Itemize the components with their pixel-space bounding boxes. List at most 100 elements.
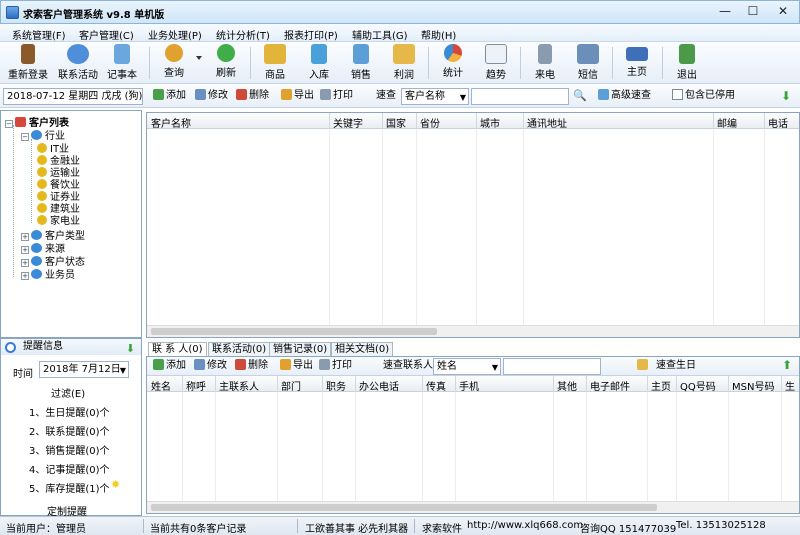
note-reminder[interactable]: 4、记事提醒(0)个 bbox=[29, 461, 110, 476]
dock-arrow-icon[interactable]: ⬇ bbox=[781, 89, 791, 105]
add-customer-button[interactable]: 添加 bbox=[153, 89, 186, 105]
advanced-search-button[interactable]: 高级速查 bbox=[598, 89, 651, 105]
statistics-button[interactable]: 统计 bbox=[431, 44, 475, 82]
column-header[interactable]: 城市 bbox=[480, 115, 500, 130]
menu-tools[interactable]: 辅助工具(G) bbox=[352, 27, 408, 42]
menu-help[interactable]: 帮助(H) bbox=[421, 27, 456, 42]
menu-statistics[interactable]: 统计分析(T) bbox=[216, 27, 270, 42]
query-button[interactable]: 查询 bbox=[152, 44, 196, 82]
trend-button[interactable]: 趋势 bbox=[474, 44, 518, 82]
column-header[interactable]: 电话 bbox=[768, 115, 788, 130]
contact-field-select[interactable]: 姓名 ▼ bbox=[433, 358, 501, 375]
refresh-button[interactable]: 刷新 bbox=[204, 44, 248, 82]
column-header[interactable]: 部门 bbox=[281, 378, 301, 393]
column-header[interactable]: 省份 bbox=[420, 115, 440, 130]
grid-horizontal-scrollbar[interactable] bbox=[147, 325, 799, 337]
website-link[interactable]: http://www.xlq668.com bbox=[467, 520, 583, 531]
column-header[interactable]: 主联系人 bbox=[219, 378, 259, 393]
goods-button[interactable]: 商品 bbox=[253, 44, 297, 82]
edit-customer-button[interactable]: 修改 bbox=[195, 89, 228, 105]
contact-activity-button[interactable]: 联系活动 bbox=[56, 44, 100, 82]
pin-icon[interactable]: ⬇ bbox=[126, 341, 135, 357]
column-header[interactable]: 客户名称 bbox=[151, 115, 191, 130]
column-header[interactable]: 通讯地址 bbox=[527, 115, 567, 130]
homepage-button[interactable]: 主页 bbox=[615, 44, 659, 82]
reminder-date-picker[interactable]: 2018年 7月12日 ▼ bbox=[39, 361, 129, 378]
menu-customer[interactable]: 客户管理(C) bbox=[79, 27, 134, 42]
column-header[interactable]: 姓名 bbox=[151, 378, 171, 393]
collapse-icon[interactable]: − bbox=[21, 133, 29, 141]
contacts-horizontal-scrollbar[interactable] bbox=[147, 501, 799, 513]
column-header[interactable]: 职务 bbox=[326, 378, 346, 393]
sales-reminder[interactable]: 3、销售提醒(0)个 bbox=[29, 442, 110, 457]
close-button[interactable]: ✕ bbox=[767, 1, 799, 21]
contact-reminder[interactable]: 2、联系提醒(0)个 bbox=[29, 423, 110, 438]
delete-contact-button[interactable]: 删除 bbox=[235, 359, 268, 375]
delete-customer-button[interactable]: 删除 bbox=[236, 89, 269, 105]
customer-grid[interactable]: 客户名称 关键字 国家 省份 城市 通讯地址 邮编 电话 bbox=[146, 112, 800, 338]
birthday-reminder[interactable]: 1、生日提醒(0)个 bbox=[29, 404, 110, 419]
column-header[interactable]: 关键字 bbox=[333, 115, 363, 130]
column-header[interactable]: MSN号码 bbox=[732, 378, 774, 393]
column-header[interactable]: 主页 bbox=[651, 378, 671, 393]
pie-chart-icon bbox=[444, 44, 462, 62]
dock-up-icon[interactable]: ⬆ bbox=[782, 358, 792, 374]
expand-icon[interactable]: + bbox=[21, 272, 29, 280]
column-header[interactable]: 称呼 bbox=[186, 378, 206, 393]
notebook-button[interactable]: 记事本 bbox=[100, 44, 144, 82]
scrollbar-thumb[interactable] bbox=[151, 504, 657, 511]
column-header[interactable]: 邮编 bbox=[717, 115, 737, 130]
homepage-label: 主页 bbox=[627, 67, 647, 78]
exit-button[interactable]: 退出 bbox=[665, 44, 709, 82]
birthday-search-button[interactable]: 速查生日 bbox=[637, 359, 696, 375]
door-icon bbox=[21, 44, 35, 64]
title-bar: 求索客户管理系统 v9.8 单机版 — ☐ ✕ bbox=[0, 0, 800, 24]
column-gridline bbox=[476, 129, 477, 325]
column-header[interactable]: 手机 bbox=[459, 378, 479, 393]
print-button[interactable]: 打印 bbox=[320, 89, 353, 105]
column-header[interactable]: 传真 bbox=[426, 378, 446, 393]
menu-system[interactable]: 系统管理(F) bbox=[12, 27, 66, 42]
query-dropdown-icon[interactable] bbox=[196, 56, 202, 60]
print-contacts-button[interactable]: 打印 bbox=[319, 359, 352, 375]
sms-button[interactable]: 短信 bbox=[566, 44, 610, 82]
sales-button[interactable]: 销售 bbox=[339, 44, 383, 82]
contact-search-input[interactable] bbox=[503, 358, 601, 375]
edit-contact-button[interactable]: 修改 bbox=[194, 359, 227, 375]
contact-activity-label: 联系活动 bbox=[58, 70, 98, 81]
stock-reminder[interactable]: 5、库存提醒(1)个 bbox=[29, 480, 110, 495]
search-field-select[interactable]: 客户名称 ▼ bbox=[401, 88, 469, 105]
search-icon[interactable]: 🔍 bbox=[573, 89, 587, 105]
column-header[interactable]: QQ号码 bbox=[680, 378, 716, 393]
column-divider bbox=[455, 376, 456, 392]
collapse-icon[interactable]: − bbox=[5, 120, 13, 128]
column-divider bbox=[416, 113, 417, 129]
add-contact-button[interactable]: 添加 bbox=[153, 359, 186, 375]
tab-contact-activity[interactable]: 联系活动(0) bbox=[208, 342, 271, 356]
export-contacts-button[interactable]: 导出 bbox=[280, 359, 313, 375]
menu-report[interactable]: 报表打印(P) bbox=[284, 27, 338, 42]
maximize-button[interactable]: ☐ bbox=[737, 1, 769, 21]
tab-contacts[interactable]: 联 系 人(0) bbox=[148, 342, 207, 356]
scrollbar-thumb[interactable] bbox=[151, 328, 437, 335]
tree-leaf-industry[interactable]: 家电业 bbox=[37, 212, 80, 227]
search-input[interactable] bbox=[471, 88, 569, 105]
filter-button[interactable]: 过滤(E) bbox=[51, 385, 85, 400]
column-header[interactable]: 生 bbox=[785, 378, 795, 393]
column-divider bbox=[329, 113, 330, 129]
column-header[interactable]: 电子邮件 bbox=[590, 378, 630, 393]
tree-node-salesperson[interactable]: + 业务员 bbox=[21, 266, 75, 281]
tab-documents[interactable]: 相关文档(0) bbox=[331, 342, 394, 356]
column-header[interactable]: 其他 bbox=[557, 378, 577, 393]
include-disabled-checkbox[interactable]: 包含已停用 bbox=[672, 89, 735, 105]
incoming-call-button[interactable]: 来电 bbox=[523, 44, 567, 82]
cake-icon bbox=[637, 359, 648, 370]
export-button[interactable]: 导出 bbox=[281, 89, 314, 105]
profit-button[interactable]: 利润 bbox=[382, 44, 426, 82]
relogin-button[interactable]: 重新登录 bbox=[6, 44, 50, 82]
tab-sales-records[interactable]: 销售记录(0) bbox=[269, 342, 332, 356]
menu-business[interactable]: 业务处理(P) bbox=[148, 27, 202, 42]
stock-in-button[interactable]: 入库 bbox=[297, 44, 341, 82]
column-header[interactable]: 办公电话 bbox=[359, 378, 399, 393]
column-header[interactable]: 国家 bbox=[386, 115, 406, 130]
